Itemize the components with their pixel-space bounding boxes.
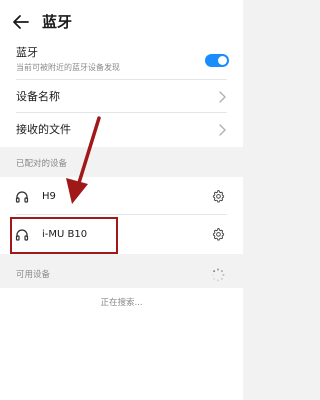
divider	[16, 214, 227, 215]
searching-status: 正在搜索...	[100, 298, 143, 308]
chevron-right-icon	[219, 124, 226, 136]
gear-icon[interactable]	[212, 228, 225, 241]
bluetooth-label: 蓝牙	[16, 46, 38, 59]
toggle-knob	[218, 56, 227, 65]
highlight-box	[10, 217, 118, 254]
divider	[16, 79, 227, 80]
header-bar: 蓝牙	[0, 0, 243, 44]
paired-devices-section-label: 已配对的设备	[16, 159, 68, 169]
received-files-row[interactable]: 接收的文件	[16, 123, 71, 137]
loading-spinner-icon	[211, 268, 225, 282]
bluetooth-description: 当前可被附近的蓝牙设备发现	[16, 63, 120, 72]
chevron-right-icon	[219, 91, 226, 103]
available-devices-section-label: 可用设备	[16, 270, 51, 280]
back-arrow-icon[interactable]	[11, 12, 31, 32]
bluetooth-toggle[interactable]	[205, 54, 229, 67]
headphone-icon	[15, 191, 29, 203]
paired-device-h9[interactable]: H9	[42, 190, 56, 204]
gear-icon[interactable]	[212, 190, 225, 203]
page-title: 蓝牙	[42, 13, 73, 31]
divider	[16, 112, 227, 113]
device-name-row[interactable]: 设备名称	[16, 90, 60, 104]
